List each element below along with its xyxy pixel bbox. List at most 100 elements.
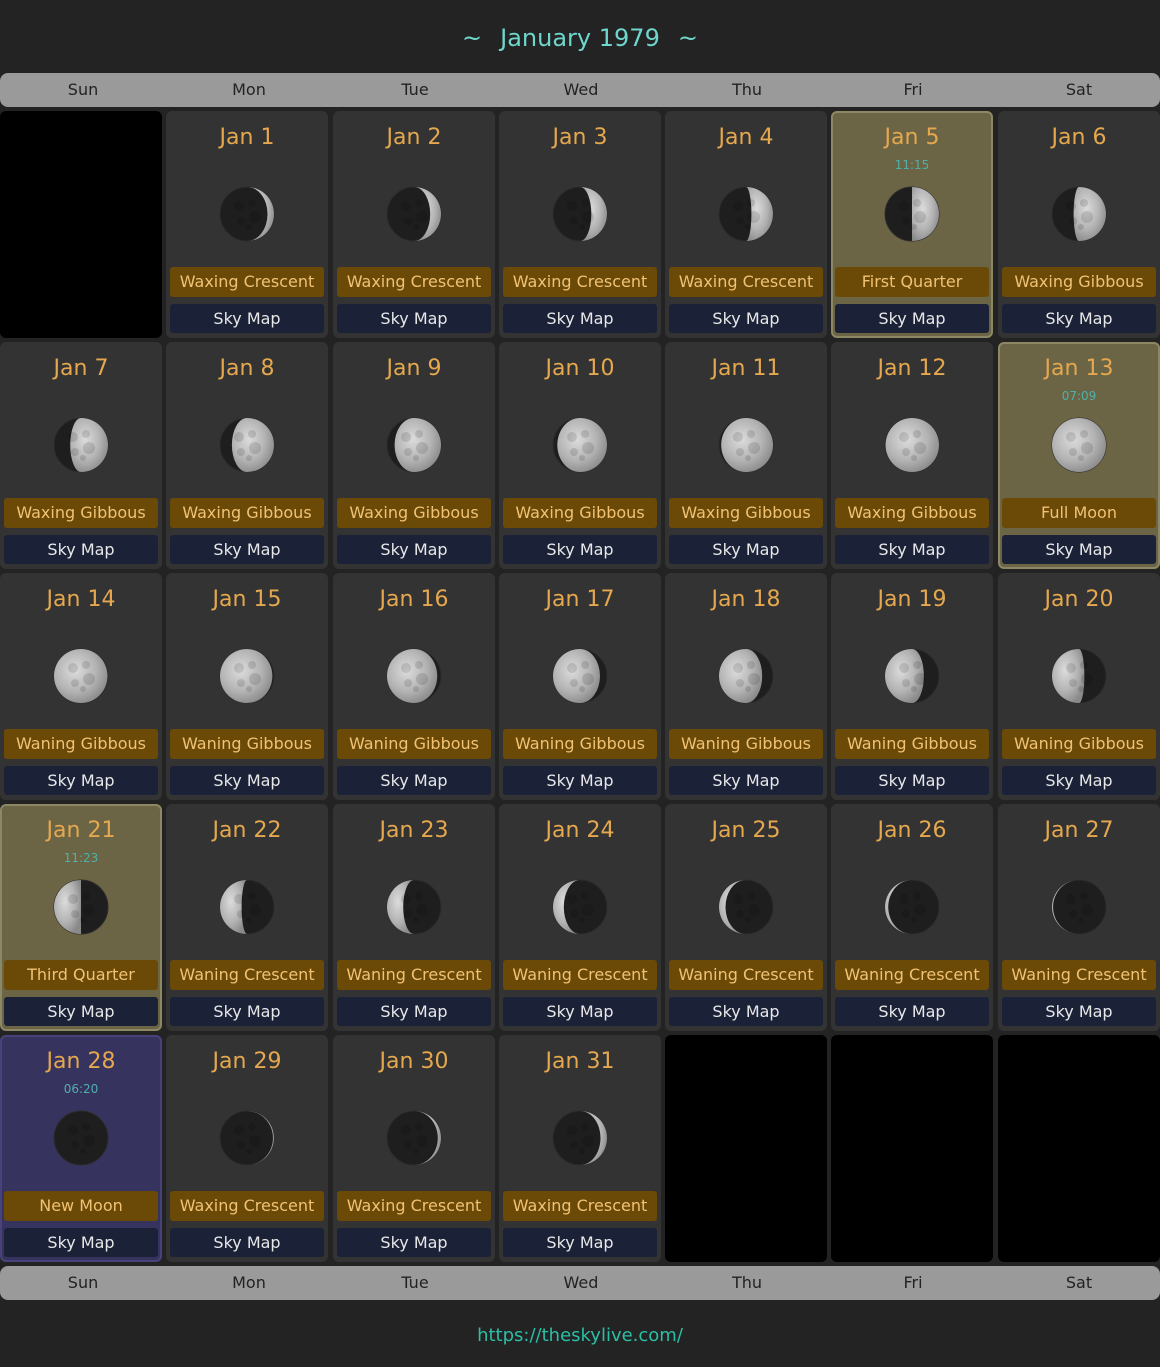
phase-label: Waxing Crescent — [170, 1191, 324, 1221]
sky-map-button[interactable]: Sky Map — [4, 535, 158, 564]
day-cell[interactable]: Jan 12 Waxing Gibbous Sky Map — [831, 342, 993, 569]
day-cell[interactable]: Jan 14 Waning Gibbous Sky Map — [0, 573, 162, 800]
sky-map-button[interactable]: Sky Map — [1002, 535, 1156, 564]
month-title: January 1979 — [500, 24, 660, 52]
day-cell[interactable]: Jan 19 Waning Gibbous Sky Map — [831, 573, 993, 800]
sky-map-button[interactable]: Sky Map — [503, 766, 657, 795]
sky-map-button[interactable]: Sky Map — [1002, 997, 1156, 1026]
day-cell[interactable]: Jan 22 Waning Crescent Sky Map — [166, 804, 328, 1031]
sky-map-button[interactable]: Sky Map — [503, 304, 657, 333]
day-date: Jan 3 — [552, 125, 608, 150]
weekday-label: Fri — [903, 1273, 923, 1292]
day-cell[interactable]: Jan 9 Waxing Gibbous Sky Map — [333, 342, 495, 569]
title-decoration-left: ~ — [462, 24, 483, 52]
sky-map-button[interactable]: Sky Map — [170, 766, 324, 795]
day-cell[interactable]: Jan 18 Waning Gibbous Sky Map — [665, 573, 827, 800]
day-cell[interactable]: Jan 15 Waning Gibbous Sky Map — [166, 573, 328, 800]
day-date: Jan 10 — [545, 356, 615, 381]
day-date: Jan 9 — [386, 356, 442, 381]
day-cell[interactable]: Jan 29 Waxing Crescent Sky Map — [166, 1035, 328, 1262]
moon-phase-icon — [552, 186, 608, 242]
day-cell[interactable]: Jan 11 Waxing Gibbous Sky Map — [665, 342, 827, 569]
day-date: Jan 12 — [877, 356, 947, 381]
day-cell[interactable]: Jan 1 Waxing Crescent Sky Map — [166, 111, 328, 338]
sky-map-button[interactable]: Sky Map — [1002, 304, 1156, 333]
weekday-label: Sat — [1065, 80, 1093, 99]
sky-map-button[interactable]: Sky Map — [503, 997, 657, 1026]
day-cell[interactable]: Jan 17 Waning Gibbous Sky Map — [499, 573, 661, 800]
sky-map-button[interactable]: Sky Map — [835, 535, 989, 564]
day-cell[interactable]: Jan 8 Waxing Gibbous Sky Map — [166, 342, 328, 569]
sky-map-button[interactable]: Sky Map — [170, 535, 324, 564]
phase-label: Waning Crescent — [669, 960, 823, 990]
day-date: Jan 26 — [877, 818, 947, 843]
moon-image — [53, 417, 109, 473]
sky-map-button[interactable]: Sky Map — [4, 766, 158, 795]
day-cell[interactable]: Jan 24 Waning Crescent Sky Map — [499, 804, 661, 1031]
day-cell[interactable]: Jan 5 11:15 First Quarter Sky Map — [831, 111, 993, 338]
moon-phase-icon — [53, 648, 109, 704]
day-cell[interactable]: Jan 31 Waxing Crescent Sky Map — [499, 1035, 661, 1262]
moon-image — [884, 648, 940, 704]
sky-map-button[interactable]: Sky Map — [835, 766, 989, 795]
day-cell[interactable]: Jan 30 Waxing Crescent Sky Map — [333, 1035, 495, 1262]
sky-map-button[interactable]: Sky Map — [170, 1228, 324, 1257]
moon-image — [219, 417, 275, 473]
empty-day-cell — [831, 1035, 993, 1262]
weekday-label: Sun — [67, 1273, 99, 1292]
day-cell[interactable]: Jan 6 Waxing Gibbous Sky Map — [998, 111, 1160, 338]
day-cell[interactable]: Jan 28 06:20 New Moon Sky Map — [0, 1035, 162, 1262]
day-cell[interactable]: Jan 21 11:23 Third Quarter Sky Map — [0, 804, 162, 1031]
sky-map-button[interactable]: Sky Map — [669, 997, 823, 1026]
day-date: Jan 27 — [1044, 818, 1114, 843]
day-cell[interactable]: Jan 4 Waxing Crescent Sky Map — [665, 111, 827, 338]
sky-map-button[interactable]: Sky Map — [669, 766, 823, 795]
sky-map-button[interactable]: Sky Map — [337, 535, 491, 564]
sky-map-button[interactable]: Sky Map — [337, 997, 491, 1026]
weekday-label: Tue — [401, 1273, 429, 1292]
day-cell[interactable]: Jan 13 07:09 Full Moon Sky Map — [998, 342, 1160, 569]
source-link[interactable]: https://theskylive.com/ — [0, 1322, 1160, 1350]
moon-image — [884, 879, 940, 935]
phase-label: Waning Crescent — [170, 960, 324, 990]
sky-map-button[interactable]: Sky Map — [4, 997, 158, 1026]
moon-phase-icon — [552, 1110, 608, 1166]
phase-label: Full Moon — [1002, 498, 1156, 528]
moon-image — [718, 417, 774, 473]
phase-label: Waning Crescent — [1002, 960, 1156, 990]
sky-map-button[interactable]: Sky Map — [503, 1228, 657, 1257]
day-cell[interactable]: Jan 23 Waning Crescent Sky Map — [333, 804, 495, 1031]
day-cell[interactable]: Jan 25 Waning Crescent Sky Map — [665, 804, 827, 1031]
day-cell[interactable]: Jan 3 Waxing Crescent Sky Map — [499, 111, 661, 338]
day-date: Jan 2 — [386, 125, 442, 150]
day-cell[interactable]: Jan 16 Waning Gibbous Sky Map — [333, 573, 495, 800]
moon-phase-icon — [386, 186, 442, 242]
moon-image — [53, 1110, 109, 1166]
phase-label: Waning Crescent — [337, 960, 491, 990]
sky-map-button[interactable]: Sky Map — [337, 766, 491, 795]
day-cell[interactable]: Jan 20 Waning Gibbous Sky Map — [998, 573, 1160, 800]
sky-map-button[interactable]: Sky Map — [170, 997, 324, 1026]
sky-map-button[interactable]: Sky Map — [337, 304, 491, 333]
day-cell[interactable]: Jan 27 Waning Crescent Sky Map — [998, 804, 1160, 1031]
sky-map-button[interactable]: Sky Map — [4, 1228, 158, 1257]
sky-map-button[interactable]: Sky Map — [337, 1228, 491, 1257]
day-date: Jan 1 — [219, 125, 275, 150]
moon-phase-icon — [884, 879, 940, 935]
day-cell[interactable]: Jan 10 Waxing Gibbous Sky Map — [499, 342, 661, 569]
sky-map-button[interactable]: Sky Map — [170, 304, 324, 333]
day-date: Jan 20 — [1044, 587, 1114, 612]
sky-map-button[interactable]: Sky Map — [503, 535, 657, 564]
day-date: Jan 23 — [379, 818, 449, 843]
day-cell[interactable]: Jan 2 Waxing Crescent Sky Map — [333, 111, 495, 338]
sky-map-button[interactable]: Sky Map — [669, 535, 823, 564]
sky-map-button[interactable]: Sky Map — [835, 304, 989, 333]
day-cell[interactable]: Jan 26 Waning Crescent Sky Map — [831, 804, 993, 1031]
moon-image — [219, 1110, 275, 1166]
day-cell[interactable]: Jan 7 Waxing Gibbous Sky Map — [0, 342, 162, 569]
moon-phase-icon — [1051, 648, 1107, 704]
sky-map-button[interactable]: Sky Map — [669, 304, 823, 333]
sky-map-button[interactable]: Sky Map — [835, 997, 989, 1026]
sky-map-button[interactable]: Sky Map — [1002, 766, 1156, 795]
phase-label: Waxing Crescent — [170, 267, 324, 297]
